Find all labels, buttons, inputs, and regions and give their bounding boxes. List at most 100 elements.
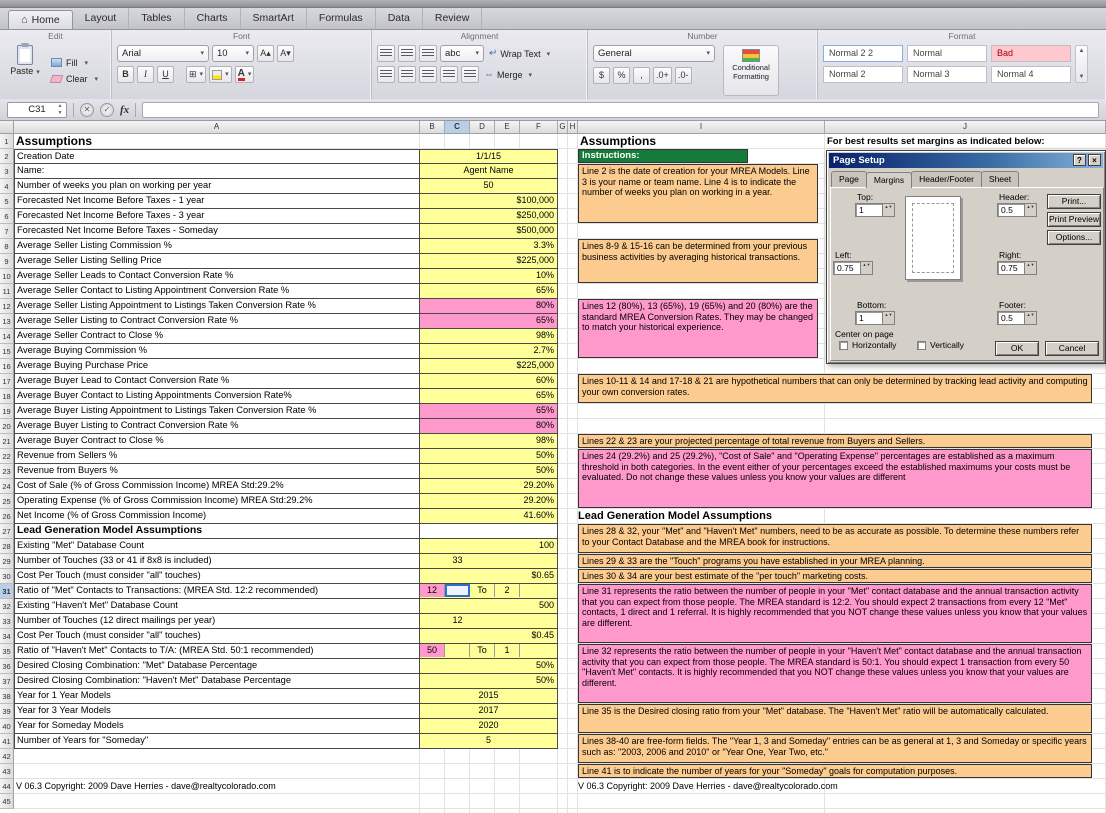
row-26-value[interactable]: 41.60% <box>420 509 558 524</box>
row-header-7[interactable]: 7 <box>0 224 14 239</box>
row-9-label[interactable]: Average Seller Listing Selling Price <box>14 254 420 269</box>
row-header-37[interactable]: 37 <box>0 674 14 689</box>
row-3-label[interactable]: Name: <box>14 164 420 179</box>
row-2-value[interactable]: 1/1/15 <box>420 149 558 164</box>
right-margin-input[interactable]: 0.75 <box>997 261 1037 275</box>
row-header-15[interactable]: 15 <box>0 344 14 359</box>
row-24-label[interactable]: Cost of Sale (% of Gross Commission Inco… <box>14 479 420 494</box>
row-36-value[interactable]: 50% <box>420 659 558 674</box>
row-41-value[interactable]: 5 <box>420 734 558 749</box>
row-32-value[interactable]: 500 <box>420 599 558 614</box>
column-header-g[interactable]: G <box>558 121 568 134</box>
ribbon-tab-home[interactable]: ⌂Home <box>8 10 73 29</box>
instruction-box-11[interactable]: Line 31 represents the ratio between the… <box>578 584 1092 643</box>
instruction-box-4[interactable]: Lines 12 (80%), 13 (65%), 19 (65%) and 2… <box>578 299 818 358</box>
row-8-value[interactable]: 3.3% <box>420 239 558 254</box>
instruction-box-1[interactable]: Instructions: <box>578 149 748 163</box>
borders-button[interactable]: ⊞▾ <box>186 66 206 83</box>
ribbon-tab-tables[interactable]: Tables <box>129 8 184 29</box>
align-bottom-button[interactable] <box>419 66 437 83</box>
row-header-2[interactable]: 2 <box>0 149 14 164</box>
align-center-button[interactable] <box>398 45 416 62</box>
currency-button[interactable]: $ <box>593 67 610 84</box>
row-header-23[interactable]: 23 <box>0 464 14 479</box>
instruction-box-10[interactable]: Lines 30 & 34 are your best estimate of … <box>578 569 1092 583</box>
row-24-value[interactable]: 29.20% <box>420 479 558 494</box>
row-17-label[interactable]: Average Buyer Lead to Contact Conversion… <box>14 374 420 389</box>
vertically-checkbox[interactable]: Vertically <box>917 340 964 350</box>
row-header-29[interactable]: 29 <box>0 554 14 569</box>
dialog-close-button[interactable]: × <box>1088 154 1101 166</box>
row-2-label[interactable]: Creation Date <box>14 149 420 164</box>
row-header-34[interactable]: 34 <box>0 629 14 644</box>
row-header-5[interactable]: 5 <box>0 194 14 209</box>
conditional-formatting-button[interactable]: Conditional Formatting <box>723 45 779 96</box>
row-13-value[interactable]: 65% <box>420 314 558 329</box>
row-19-label[interactable]: Average Buyer Listing Appointment to Lis… <box>14 404 420 419</box>
row-header-4[interactable]: 4 <box>0 179 14 194</box>
print-button[interactable]: Print... <box>1047 194 1101 209</box>
merge-button[interactable]: ⇔Merge▾ <box>482 66 534 83</box>
row-header-1[interactable]: 1 <box>0 134 14 149</box>
row-27-label[interactable]: Lead Generation Model Assumptions <box>14 524 420 539</box>
row-3-value[interactable]: Agent Name <box>420 164 558 179</box>
cell-C35[interactable] <box>445 644 470 657</box>
row-35-value[interactable]: 50To1 <box>420 644 558 659</box>
column-header-c[interactable]: C <box>445 121 470 134</box>
style-bad[interactable]: Bad <box>991 45 1071 62</box>
row-header-10[interactable]: 10 <box>0 269 14 284</box>
decrease-indent-button[interactable] <box>440 66 458 83</box>
increase-indent-button[interactable] <box>461 66 479 83</box>
row-19-value[interactable]: 65% <box>420 404 558 419</box>
left-margin-input[interactable]: 0.75 <box>833 261 873 275</box>
row-16-value[interactable]: $225,000 <box>420 359 558 374</box>
row-14-label[interactable]: Average Seller Contract to Close % <box>14 329 420 344</box>
horizontally-checkbox[interactable]: Horizontally <box>839 340 896 350</box>
column-header-d[interactable]: D <box>470 121 495 134</box>
row-35-label[interactable]: Ratio of "Haven't Met" Contacts to T/A: … <box>14 644 420 659</box>
row-header-17[interactable]: 17 <box>0 374 14 389</box>
cell-E31[interactable]: 2 <box>495 584 520 597</box>
row-9-value[interactable]: $225,000 <box>420 254 558 269</box>
options-button[interactable]: Options... <box>1047 230 1101 245</box>
row-header-8[interactable]: 8 <box>0 239 14 254</box>
row-header-9[interactable]: 9 <box>0 254 14 269</box>
row-28-value[interactable]: 100 <box>420 539 558 554</box>
row-6-value[interactable]: $250,000 <box>420 209 558 224</box>
row-39-value[interactable]: 2017 <box>420 704 558 719</box>
instruction-box-13[interactable]: Line 35 is the Desired closing ratio fro… <box>578 704 1092 733</box>
row-5-value[interactable]: $100,000 <box>420 194 558 209</box>
row-21-label[interactable]: Average Buyer Contract to Close % <box>14 434 420 449</box>
column-header-e[interactable]: E <box>495 121 520 134</box>
tab-header-footer[interactable]: Header/Footer <box>911 171 982 187</box>
row-10-value[interactable]: 10% <box>420 269 558 284</box>
instruction-box-8[interactable]: Lines 28 & 32, your "Met" and "Haven't M… <box>578 524 1092 553</box>
row-25-label[interactable]: Operating Expense (% of Gross Commission… <box>14 494 420 509</box>
row-31-label[interactable]: Ratio of "Met" Contacts to Transactions:… <box>14 584 420 599</box>
percent-button[interactable]: % <box>613 67 630 84</box>
align-right-button[interactable] <box>419 45 437 62</box>
column-header-f[interactable]: F <box>520 121 558 134</box>
footer-margin-input[interactable]: 0.5 <box>997 311 1037 325</box>
row-header-44[interactable]: 44 <box>0 779 14 794</box>
column-header-b[interactable]: B <box>420 121 445 134</box>
row-10-label[interactable]: Average Seller Leads to Contact Conversi… <box>14 269 420 284</box>
row-25-value[interactable]: 29.20% <box>420 494 558 509</box>
row-header-45[interactable]: 45 <box>0 794 14 809</box>
clear-button[interactable]: Clear▾ <box>51 74 98 84</box>
cancel-entry-button[interactable]: ✕ <box>80 103 94 117</box>
font-family-select[interactable]: Arial▾ <box>117 45 209 62</box>
row-header-16[interactable]: 16 <box>0 359 14 374</box>
font-size-select[interactable]: 10▾ <box>212 45 254 62</box>
row-header-42[interactable]: 42 <box>0 749 14 764</box>
row-6-label[interactable]: Forecasted Net Income Before Taxes - 3 y… <box>14 209 420 224</box>
print-preview-button[interactable]: Print Preview <box>1047 212 1101 227</box>
row-23-label[interactable]: Revenue from Buyers % <box>14 464 420 479</box>
row-header-12[interactable]: 12 <box>0 299 14 314</box>
tab-margins[interactable]: Margins <box>866 172 912 188</box>
style-normal-2[interactable]: Normal 2 <box>823 66 903 83</box>
instruction-box-14[interactable]: Lines 38-40 are free-form fields. The "Y… <box>578 734 1092 763</box>
grow-font-button[interactable]: A▴ <box>257 45 274 62</box>
row-4-label[interactable]: Number of weeks you plan on working per … <box>14 179 420 194</box>
row-header-36[interactable]: 36 <box>0 659 14 674</box>
